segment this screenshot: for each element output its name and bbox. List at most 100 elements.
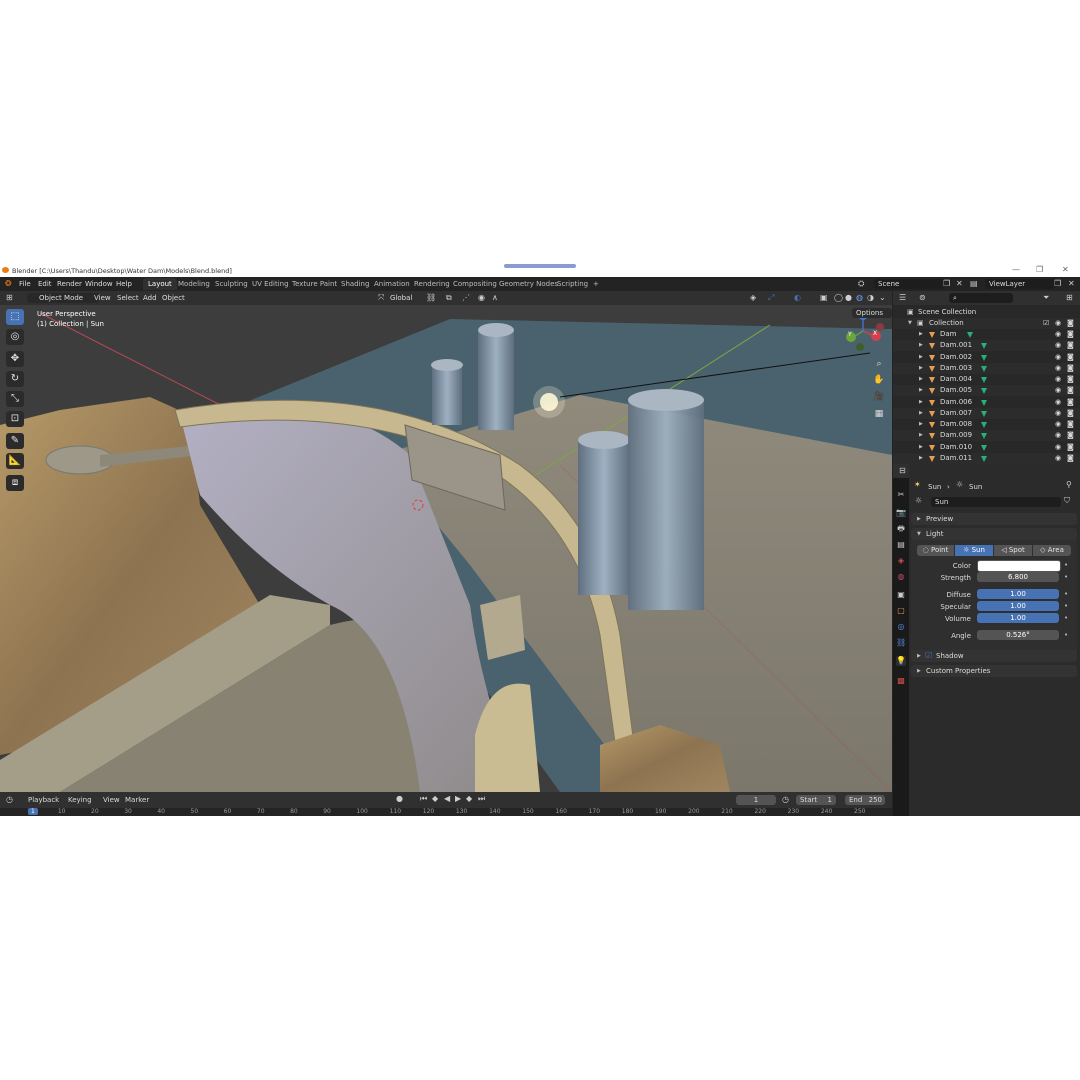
menu-render[interactable]: Render: [57, 280, 82, 288]
outliner-item[interactable]: ▶ Dam ◉ ◙: [893, 329, 1080, 340]
keyframe-dot-icon[interactable]: •: [1064, 561, 1068, 569]
light-type-point[interactable]: ◌ Point: [917, 545, 954, 556]
close-button[interactable]: ✕: [1062, 265, 1069, 274]
collection-tab-icon[interactable]: ▣: [896, 590, 906, 600]
3d-viewport[interactable]: User Perspective (1) Collection | Sun Z …: [0, 305, 892, 792]
pin-icon[interactable]: ⚲: [1066, 480, 1072, 490]
chevron-right-icon[interactable]: ▶: [919, 453, 923, 464]
scene-collection-row[interactable]: ▣ Scene Collection: [893, 307, 1080, 318]
view-layer-tab-icon[interactable]: ▤: [896, 540, 906, 550]
keyframe-dot-icon[interactable]: •: [1064, 602, 1068, 610]
editor-type-icon[interactable]: ⊞: [6, 293, 13, 303]
ortho-grid-icon[interactable]: ▦: [871, 407, 887, 421]
light-data-tab-icon[interactable]: 💡: [896, 656, 906, 666]
tab-animation[interactable]: Animation: [369, 278, 415, 290]
chevron-down-icon[interactable]: ▼: [908, 318, 912, 329]
volume-slider[interactable]: 1.00: [977, 613, 1059, 623]
menu-edit[interactable]: Edit: [38, 280, 52, 288]
snap-options-icon[interactable]: ⋰: [462, 293, 470, 303]
tab-texture-paint[interactable]: Texture Paint: [287, 278, 342, 290]
delete-view-layer-icon[interactable]: ✕: [1068, 279, 1075, 289]
menu-help[interactable]: Help: [116, 280, 132, 288]
start-frame-field[interactable]: Start 1: [796, 795, 836, 805]
gizmo-x-label[interactable]: X: [873, 330, 877, 337]
visibility-icon[interactable]: ◈: [750, 293, 756, 303]
outliner-item[interactable]: ▶ Dam.007 ◉ ◙: [893, 407, 1080, 419]
timeline-menu-view[interactable]: View: [103, 796, 120, 804]
eye-icon[interactable]: ◉: [1055, 453, 1061, 464]
outliner-item[interactable]: ▶ Dam.003 ◉ ◙: [893, 362, 1080, 374]
pivot-icon[interactable]: ⛓: [426, 293, 436, 303]
material-shading-icon[interactable]: ◍: [856, 293, 863, 303]
scene-field[interactable]: Scene: [874, 279, 944, 289]
outliner-item[interactable]: ▶ Dam.001 ◉ ◙: [893, 340, 1080, 352]
viewport-menu-add[interactable]: Add: [143, 294, 157, 302]
outliner-item[interactable]: ▶ Dam.002 ◉ ◙: [893, 352, 1080, 363]
eye-icon[interactable]: ◉: [1055, 374, 1061, 385]
play-reverse-icon[interactable]: ◀: [444, 794, 450, 804]
camera-icon[interactable]: ◙: [1067, 385, 1074, 396]
rendered-shading-icon[interactable]: ◑: [867, 293, 874, 303]
physics-tab-icon[interactable]: ◎: [896, 622, 906, 632]
checkbox-icon[interactable]: ☑: [1043, 318, 1049, 329]
minimize-button[interactable]: —: [1012, 265, 1020, 274]
maximize-button[interactable]: ❐: [1036, 265, 1043, 274]
measure-tool[interactable]: 📐: [6, 453, 24, 469]
outliner-item[interactable]: ▶ Dam.005 ◉ ◙: [893, 385, 1080, 397]
eye-icon[interactable]: ◉: [1055, 329, 1061, 340]
chevron-right-icon[interactable]: ▶: [919, 430, 923, 441]
timeline-editor-icon[interactable]: ◷: [6, 795, 13, 805]
camera-view-icon[interactable]: 🎥: [871, 390, 887, 404]
keyframe-dot-icon[interactable]: •: [1064, 614, 1068, 622]
data-block-icon[interactable]: ☼: [915, 496, 922, 506]
chevron-right-icon[interactable]: ▶: [919, 340, 923, 351]
annotate-tool[interactable]: ✎: [6, 433, 24, 449]
viewport-menu-object[interactable]: Object: [162, 294, 185, 302]
preview-panel[interactable]: ▶ Preview: [911, 513, 1077, 525]
chevron-right-icon[interactable]: ▶: [919, 352, 923, 363]
constraints-tab-icon[interactable]: ⛓: [896, 638, 906, 648]
pan-hand-icon[interactable]: ✋: [871, 373, 887, 387]
strength-field[interactable]: 6.800: [977, 572, 1059, 582]
eye-icon[interactable]: ◉: [1055, 408, 1061, 419]
record-icon[interactable]: ●: [396, 794, 403, 804]
outliner-editor-icon[interactable]: ☰: [899, 293, 906, 303]
filter-icon[interactable]: ⏷: [1043, 293, 1049, 303]
eye-icon[interactable]: ◉: [1055, 385, 1061, 396]
eye-icon[interactable]: ◉: [1055, 352, 1061, 363]
cursor-tool[interactable]: ◎: [6, 329, 24, 345]
tab-layout[interactable]: Layout: [143, 278, 177, 290]
end-frame-field[interactable]: End 250: [845, 795, 885, 805]
chevron-right-icon[interactable]: ▶: [919, 385, 923, 396]
shadow-panel[interactable]: ▶ ☑ Shadow: [911, 650, 1077, 662]
outliner-item[interactable]: ▶ Dam.006 ◉ ◙: [893, 397, 1080, 408]
new-scene-icon[interactable]: ❐: [943, 279, 950, 289]
gizmo-icon[interactable]: ⤢: [768, 293, 774, 303]
camera-icon[interactable]: ◙: [1067, 340, 1074, 351]
light-panel[interactable]: ▼ Light: [911, 528, 1077, 540]
scale-tool[interactable]: ⤡: [6, 391, 24, 407]
frame-ruler[interactable]: 1 10 20 30 40 50 60 70 80 90 100 110 120 130 140 150 160…: [0, 808, 892, 816]
overlay-icon[interactable]: ◐: [794, 293, 801, 303]
texture-tab-icon[interactable]: ▩: [896, 676, 906, 686]
transform-tool[interactable]: ⊡: [6, 411, 24, 427]
chevron-right-icon[interactable]: ▶: [919, 419, 923, 430]
falloff-icon[interactable]: ∧: [492, 293, 498, 303]
delete-scene-icon[interactable]: ✕: [956, 279, 963, 289]
world-tab-icon[interactable]: ◍: [896, 572, 906, 582]
camera-icon[interactable]: ◙: [1067, 352, 1074, 363]
keyframe-dot-icon[interactable]: •: [1064, 573, 1068, 581]
jump-end-icon[interactable]: ⏭: [478, 794, 485, 804]
light-type-spot[interactable]: ◁ Spot: [994, 545, 1032, 556]
xray-icon[interactable]: ▣: [820, 293, 828, 303]
menu-file[interactable]: File: [19, 280, 31, 288]
camera-icon[interactable]: ◙: [1067, 318, 1074, 329]
custom-properties-panel[interactable]: ▶ Custom Properties: [911, 665, 1077, 677]
outliner-search-input[interactable]: ⌕: [949, 293, 1013, 303]
viewport-menu-select[interactable]: Select: [117, 294, 139, 302]
prev-keyframe-icon[interactable]: ◆: [432, 794, 438, 804]
new-view-layer-icon[interactable]: ❐: [1054, 279, 1061, 289]
jump-start-icon[interactable]: ⏮: [420, 794, 427, 804]
chevron-right-icon[interactable]: ▶: [919, 374, 923, 385]
move-tool[interactable]: ✥: [6, 351, 24, 367]
